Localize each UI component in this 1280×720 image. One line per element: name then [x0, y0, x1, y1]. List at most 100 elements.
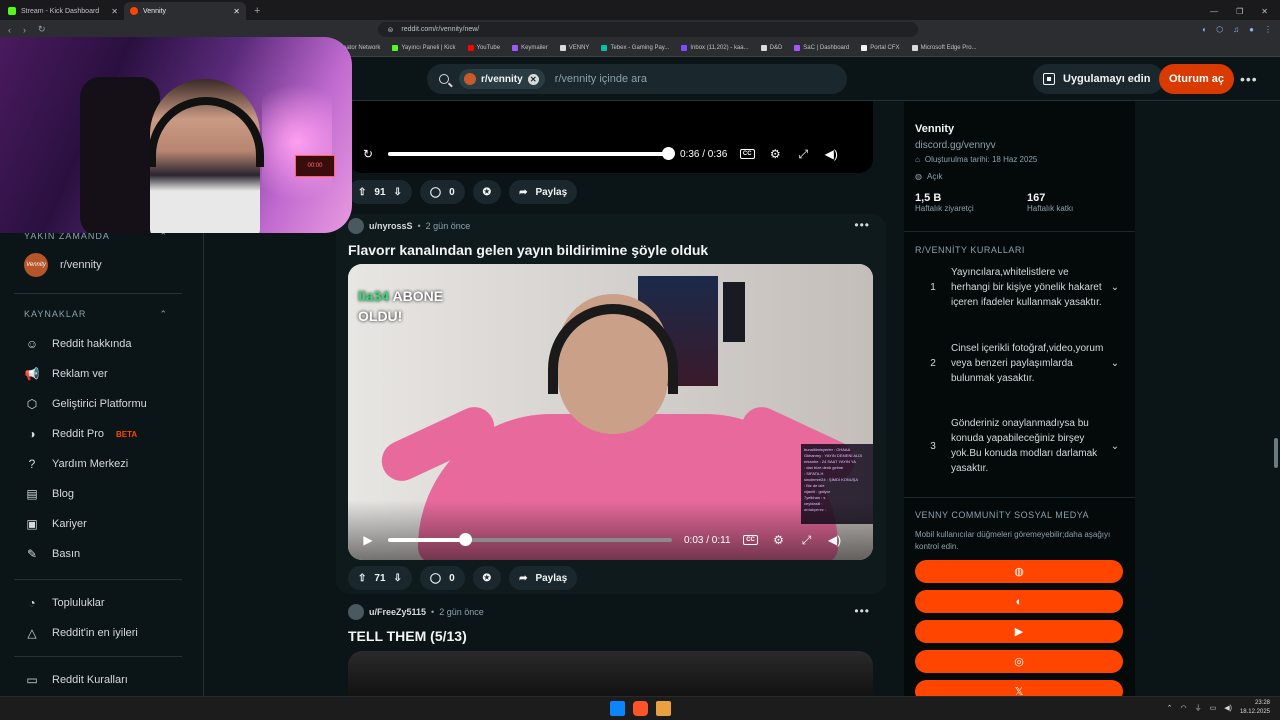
- settings-gear-icon[interactable]: ⚙: [767, 147, 783, 161]
- comments-button[interactable]: ◯ 0: [419, 566, 465, 590]
- rule-item[interactable]: 3 Gönderiniz onaylanmadıysa bu konuda yap…: [915, 416, 1125, 476]
- headset-icon[interactable]: ◠: [1181, 704, 1187, 712]
- extension-icon[interactable]: ⬡: [1216, 25, 1223, 34]
- windows-start-icon[interactable]: [610, 701, 625, 716]
- x-link-button[interactable]: 𝕏: [915, 680, 1123, 696]
- community-link[interactable]: discord.gg/vennyv: [915, 135, 996, 153]
- rule-item[interactable]: 1 Yayıncılara,whitelistlere ve herhangi b…: [915, 265, 1125, 310]
- site-info-icon[interactable]: ⊜: [388, 26, 394, 34]
- settings-gear-icon[interactable]: ⚙: [771, 533, 787, 547]
- upvote-icon[interactable]: ⇧: [358, 187, 366, 198]
- post-options-icon[interactable]: •••: [854, 218, 870, 232]
- bookmark-item[interactable]: Tebex - Gaming Pay...: [601, 44, 669, 51]
- clear-chip-icon[interactable]: ✕: [527, 73, 539, 85]
- new-tab-button[interactable]: +: [246, 5, 268, 20]
- nav-item-microphone[interactable]: ✎ Basın: [24, 546, 80, 562]
- upvote-icon[interactable]: ⇧: [358, 573, 366, 584]
- nav-item-briefcase[interactable]: ▣ Kariyer: [24, 516, 87, 532]
- globe-link-button[interactable]: ◍: [915, 560, 1123, 583]
- nav-item-code[interactable]: ⬡ Geliştirici Platformu: [24, 396, 147, 412]
- progress-thumb[interactable]: [458, 533, 472, 546]
- share-button[interactable]: ➦ Paylaş: [509, 180, 578, 204]
- bookmark-item[interactable]: YouTube: [467, 44, 500, 51]
- award-button[interactable]: ✪: [472, 566, 502, 590]
- close-window-icon[interactable]: ✕: [1261, 7, 1268, 16]
- bookmark-item[interactable]: Keymailer: [512, 44, 548, 51]
- system-clock[interactable]: 23:28 18.12.2025: [1240, 699, 1270, 717]
- app-icon[interactable]: [656, 701, 671, 716]
- play-icon[interactable]: ▶: [360, 533, 376, 547]
- forward-icon[interactable]: ›: [23, 25, 26, 35]
- previous-post-video[interactable]: ↻ 0:36 / 0:36 CC ⚙ ⤢ ◀): [348, 101, 873, 173]
- browser-tab-vennity[interactable]: Vennity ✕: [124, 2, 246, 20]
- post-options-icon[interactable]: •••: [854, 604, 870, 618]
- downvote-icon[interactable]: ⇩: [394, 187, 402, 198]
- post-media-preview[interactable]: [348, 651, 873, 696]
- bookmark-item[interactable]: VENNY: [559, 44, 589, 51]
- back-icon[interactable]: ‹: [8, 25, 11, 35]
- mic-icon[interactable]: ⏚: [1195, 703, 1202, 713]
- nav-item-pro[interactable]: ◑ Reddit Pro BETA: [24, 426, 137, 442]
- user-avatar[interactable]: [348, 218, 364, 234]
- more-options-icon[interactable]: •••: [1240, 71, 1258, 87]
- close-tab-icon[interactable]: ✕: [233, 7, 240, 16]
- menu-icon[interactable]: ⋮: [1264, 25, 1272, 34]
- brave-browser-icon[interactable]: [633, 701, 648, 716]
- fullscreen-icon[interactable]: ⤢: [795, 147, 811, 162]
- music-icon[interactable]: ♫: [1233, 25, 1239, 34]
- youtube-link-button[interactable]: ▶: [915, 620, 1123, 643]
- minimize-icon[interactable]: —: [1210, 7, 1218, 16]
- scrollbar-thumb[interactable]: [1274, 438, 1278, 468]
- bookmark-item[interactable]: D&D: [760, 44, 782, 51]
- nav-item-rules[interactable]: ▭ Reddit Kuralları: [24, 672, 128, 688]
- search-placeholder[interactable]: r/vennity içinde ara: [555, 73, 647, 85]
- chevron-up-icon[interactable]: ⌃: [1167, 704, 1173, 712]
- bookmark-item[interactable]: SaC | Dashboard: [794, 44, 849, 51]
- share-button[interactable]: ➦ Paylaş: [509, 566, 578, 590]
- maximize-icon[interactable]: ❐: [1236, 7, 1243, 16]
- bookmark-item[interactable]: Inbox (11,202) - kaa...: [681, 44, 749, 51]
- captions-icon[interactable]: CC: [739, 149, 755, 159]
- post-title[interactable]: Flavorr kanalından gelen yayın bildirimi…: [348, 242, 708, 258]
- nav-item-megaphone[interactable]: 📢 Reklam ver: [24, 366, 108, 382]
- volume-icon[interactable]: ◀): [1224, 704, 1232, 712]
- comments-button[interactable]: ◯ 0: [419, 180, 465, 204]
- video-progress-bar[interactable]: [388, 147, 675, 160]
- nav-item-best[interactable]: △ Reddit'in en iyileri: [24, 625, 138, 641]
- search-bar[interactable]: r/vennity ✕ r/vennity içinde ara: [427, 64, 847, 94]
- nav-item-help[interactable]: ? Yardım Merkezi: [24, 456, 129, 472]
- downvote-icon[interactable]: ⇩: [394, 573, 402, 584]
- post-author[interactable]: u/FreeZy5115: [369, 607, 426, 617]
- nav-item-communities[interactable]: ◔ Topluluklar: [24, 595, 104, 611]
- discord-link-button[interactable]: ◐: [915, 590, 1123, 613]
- network-icon[interactable]: ▭: [1210, 704, 1217, 712]
- login-button[interactable]: Oturum aç: [1159, 64, 1235, 94]
- bookmark-item[interactable]: Microsoft Edge Pro...: [911, 44, 977, 51]
- replay-icon[interactable]: ↻: [360, 147, 376, 161]
- recent-subreddit-item[interactable]: Vennity r/vennity: [24, 253, 102, 277]
- bookmark-item[interactable]: Portal CFX: [861, 44, 900, 51]
- resources-section-header[interactable]: KAYNAKLAR ⌃: [24, 309, 168, 320]
- get-app-button[interactable]: Uygulamayı edin: [1033, 64, 1165, 94]
- subreddit-chip[interactable]: r/vennity ✕: [459, 69, 545, 89]
- close-tab-icon[interactable]: ✕: [111, 7, 118, 16]
- post-author[interactable]: u/nyrossS: [369, 221, 413, 231]
- video-progress-bar[interactable]: [388, 533, 672, 546]
- chevron-up-icon[interactable]: ⌃: [159, 309, 168, 320]
- browser-tab-kick[interactable]: Stream - Kick Dashboard ✕: [2, 2, 124, 20]
- nav-item-reddit[interactable]: ☺ Reddit hakkında: [24, 336, 132, 352]
- bookmark-item[interactable]: Yayıncı Paneli | Kick: [392, 44, 456, 51]
- url-field[interactable]: ⊜ reddit.com/r/vennity/new/: [377, 22, 918, 37]
- chevron-down-icon[interactable]: ⌄: [1105, 358, 1125, 369]
- captions-icon[interactable]: CC: [743, 535, 758, 545]
- chevron-down-icon[interactable]: ⌄: [1105, 441, 1125, 452]
- post-video[interactable]: lla34 ABONE OLDU! bunaltilmisyerler : OH…: [348, 264, 873, 560]
- chevron-down-icon[interactable]: ⌄: [1105, 282, 1125, 293]
- award-button[interactable]: ✪: [472, 180, 502, 204]
- nav-item-book[interactable]: ▤ Blog: [24, 486, 74, 502]
- profile-icon[interactable]: ●: [1249, 25, 1254, 34]
- user-avatar[interactable]: [348, 604, 364, 620]
- progress-thumb[interactable]: [662, 147, 675, 160]
- audio-icon[interactable]: ◖: [1201, 25, 1206, 34]
- post-title[interactable]: TELL THEM (5/13): [348, 628, 467, 644]
